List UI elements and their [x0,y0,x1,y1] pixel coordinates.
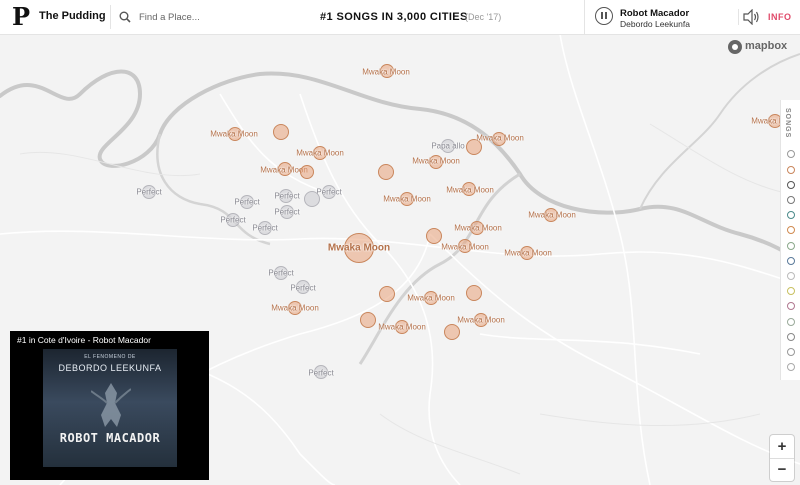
song-toggle[interactable] [787,181,795,189]
video-player[interactable]: #1 in Cote d'Ivoire - Robot Macador EL F… [10,331,209,480]
map-label: Mwaka Moon [457,315,505,325]
map-label: Perfect [234,197,260,207]
map-marker-mwaka-moon[interactable] [378,164,394,180]
song-toggle[interactable] [787,196,795,204]
brand-name[interactable]: The Pudding [39,10,106,22]
map-label: Mwaka Moon [476,133,524,143]
map-label: Mwaka Moon [378,322,426,332]
map-label: Mwaka Moon [412,156,460,166]
speaker-icon [743,8,759,26]
song-toggle[interactable] [787,363,795,371]
song-toggle[interactable] [787,242,795,250]
video-header-text: EL FENOMENO DE [84,354,136,360]
mapbox-text: mapbox [745,40,788,52]
map-label: Perfect [274,207,300,217]
map-marker-mwaka-moon[interactable] [300,165,314,179]
video-artist-text: DEBORDO LEEKUNFA [58,363,162,373]
info-button[interactable]: INFO [768,12,792,22]
map-label: Mwaka Moon [441,242,489,252]
map-label: Mwaka Moon [504,248,552,258]
pudding-logo-icon[interactable]: P [12,4,34,30]
map-label: Mwaka Moon [383,194,431,204]
map-label-large: Mwaka Moon [327,242,391,254]
map-label: Mwaka Moon [362,67,410,77]
map-label: Perfect [220,215,246,225]
map-marker-mwaka-moon[interactable] [426,228,442,244]
song-toggle[interactable] [787,302,795,310]
map-label: Mwaka Moon [210,129,258,139]
mapbox-icon [728,40,742,54]
song-toggle[interactable] [787,333,795,341]
map-label: Mwaka Moon [296,148,344,158]
pause-button[interactable] [595,7,613,25]
zoom-out-button[interactable]: − [770,458,794,481]
map-label: Mwaka Moon [271,303,319,313]
map-label: Perfect [274,191,300,201]
map-label: Papa allo [431,141,465,151]
song-toggle[interactable] [787,272,795,280]
map-label: Perfect [252,223,278,233]
song-toggle[interactable] [787,150,795,158]
map-label: Mwaka Moon [407,293,455,303]
now-playing: Robot Macador Debordo Leekunfa [584,0,733,34]
volume-button[interactable] [738,8,765,26]
map-label: Perfect [136,187,162,197]
mapbox-logo[interactable]: mapbox [728,39,794,55]
map-marker-mwaka-moon[interactable] [466,285,482,301]
map-label: Mwaka Moon [446,185,494,195]
video-song-text: ROBOT MACADOR [59,431,161,445]
map-label: Perfect [308,368,334,378]
map-marker-mwaka-moon[interactable] [273,124,289,140]
search-box[interactable] [110,5,235,29]
now-playing-artist: Debordo Leekunfa [620,19,690,29]
title-date: (Dec '17) [465,12,502,22]
songs-panel[interactable]: SONGS [780,100,800,380]
map-label: Perfect [290,283,316,293]
song-toggle[interactable] [787,287,795,295]
header-bar: P The Pudding #1 SONGS IN 3,000 CITIES (… [0,0,800,35]
song-toggle[interactable] [787,226,795,234]
song-toggle[interactable] [787,166,795,174]
video-title: #1 in Cote d'Ivoire - Robot Macador [17,335,151,345]
search-icon [119,11,131,23]
song-toggle[interactable] [787,348,795,356]
map-marker-mwaka-moon[interactable] [360,312,376,328]
map-marker-mwaka-moon[interactable] [444,324,460,340]
map-label: Perfect [268,268,294,278]
zoom-in-button[interactable]: + [770,435,794,459]
song-toggle[interactable] [787,257,795,265]
map-marker-mwaka-moon[interactable] [379,286,395,302]
robot-figure-icon [91,383,131,427]
page-title: #1 SONGS IN 3,000 CITIES [320,11,468,23]
songs-label: SONGS [784,108,791,139]
map-label: Mwaka Moon [454,223,502,233]
zoom-controls: + − [770,435,794,481]
map-label: Perfect [316,187,342,197]
song-toggle[interactable] [787,318,795,326]
map-label: Mwaka Moon [528,210,576,220]
map-marker-perfect[interactable] [304,191,320,207]
search-input[interactable] [139,8,233,26]
song-toggle[interactable] [787,211,795,219]
video-thumbnail[interactable]: EL FENOMENO DE DEBORDO LEEKUNFA ROBOT MA… [43,349,177,467]
now-playing-title: Robot Macador [620,8,690,19]
